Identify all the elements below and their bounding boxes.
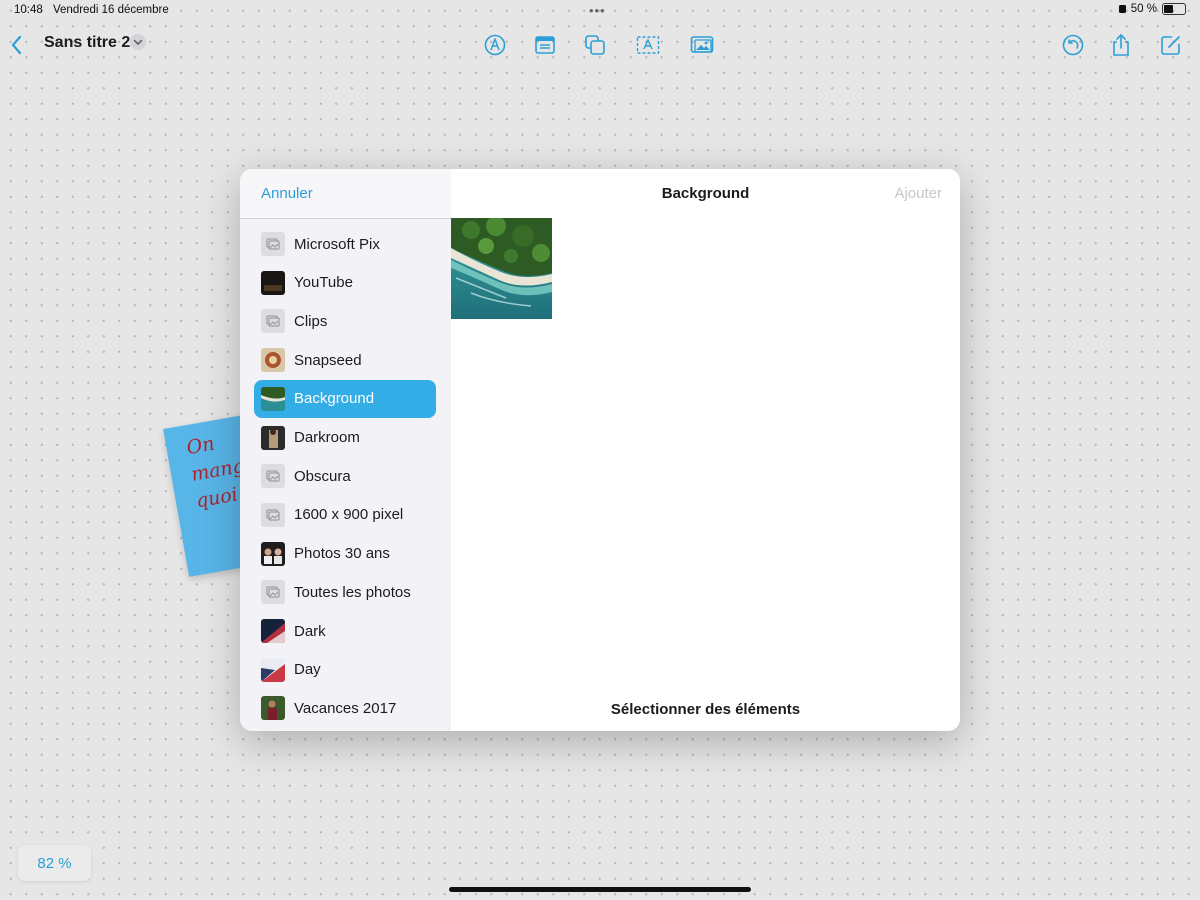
album-label: 1600 x 900 pixel bbox=[294, 506, 404, 524]
album-label: Photos 30 ans bbox=[294, 545, 390, 563]
album-label: Microsoft Pix bbox=[294, 235, 380, 253]
album-item[interactable]: Snapseed bbox=[254, 341, 436, 379]
shapes-icon[interactable] bbox=[582, 32, 608, 58]
album-item[interactable]: Vacances 2017 bbox=[254, 689, 436, 727]
album-thumbnail bbox=[261, 541, 285, 566]
toolbar: Sans titre 2 bbox=[0, 24, 1200, 62]
albums-sidebar: Annuler Microsoft Pix YouTube Clips Snapsee… bbox=[240, 169, 452, 731]
album-label: Dark bbox=[294, 622, 326, 640]
status-date: Vendredi 16 décembre bbox=[53, 4, 169, 16]
album-label: Day bbox=[294, 661, 321, 679]
album-placeholder-icon bbox=[261, 464, 285, 489]
home-indicator[interactable] bbox=[449, 887, 751, 892]
back-chevron-icon[interactable] bbox=[4, 32, 30, 58]
share-icon[interactable] bbox=[1108, 32, 1134, 58]
album-item[interactable]: Toutes les photos bbox=[254, 573, 436, 611]
album-thumbnail bbox=[261, 425, 285, 450]
multitasking-dots-icon[interactable]: ••• bbox=[589, 3, 606, 18]
album-item[interactable]: Obscura bbox=[254, 457, 436, 495]
status-time: 10:48 bbox=[14, 4, 43, 16]
cancel-button[interactable]: Annuler bbox=[261, 185, 313, 202]
document-title[interactable]: Sans titre 2 bbox=[44, 34, 130, 52]
album-thumbnail bbox=[261, 270, 285, 295]
album-item[interactable]: Microsoft Pix bbox=[254, 225, 436, 263]
album-placeholder-icon bbox=[261, 580, 285, 605]
select-items-label[interactable]: Sélectionner des éléments bbox=[451, 701, 960, 718]
status-bar: 10:48 Vendredi 16 décembre ••• 50 % bbox=[0, 0, 1200, 22]
album-label: Vacances 2017 bbox=[294, 699, 397, 717]
album-item[interactable]: Clips bbox=[254, 302, 436, 340]
album-label: Toutes les photos bbox=[294, 583, 411, 601]
album-item[interactable]: Darkroom bbox=[254, 419, 436, 457]
pen-markup-icon[interactable] bbox=[482, 32, 508, 58]
zoom-indicator[interactable]: 82 % bbox=[18, 845, 91, 881]
title-menu-chevron-icon[interactable] bbox=[130, 34, 146, 50]
album-thumbnail bbox=[261, 348, 285, 373]
album-thumbnail bbox=[261, 619, 285, 643]
status-right: 50 % bbox=[1118, 3, 1186, 15]
text-box-icon[interactable] bbox=[635, 32, 661, 58]
album-item[interactable]: 1600 x 900 pixel bbox=[254, 496, 436, 534]
album-content: Background Ajouter Sélectionner des élém… bbox=[451, 169, 960, 731]
battery-icon bbox=[1162, 3, 1186, 15]
album-label: Obscura bbox=[294, 467, 351, 485]
battery-level bbox=[1164, 5, 1173, 13]
album-label: Darkroom bbox=[294, 429, 360, 446]
album-placeholder-icon bbox=[261, 502, 285, 527]
sticky-note-icon[interactable] bbox=[532, 32, 558, 58]
album-label: Snapseed bbox=[294, 351, 362, 369]
album-label: Clips bbox=[294, 312, 328, 330]
insert-media-icon[interactable] bbox=[689, 32, 715, 58]
album-placeholder-icon bbox=[261, 232, 285, 256]
new-board-icon[interactable] bbox=[1158, 32, 1184, 58]
orientation-lock-icon bbox=[1118, 5, 1126, 13]
photo-thumbnail[interactable] bbox=[451, 216, 552, 319]
album-thumbnail bbox=[261, 696, 285, 721]
album-item[interactable]: Background bbox=[254, 379, 436, 418]
album-thumbnail bbox=[261, 657, 285, 682]
album-title: Background bbox=[661, 185, 750, 202]
album-label: YouTube bbox=[294, 274, 353, 292]
album-item[interactable]: Photos 30 ans bbox=[254, 535, 436, 573]
history-icon[interactable] bbox=[1060, 32, 1086, 58]
album-item[interactable]: Dark bbox=[254, 612, 436, 650]
album-placeholder-icon bbox=[261, 309, 285, 334]
add-button[interactable]: Ajouter bbox=[894, 185, 942, 202]
battery-percent: 50 % bbox=[1130, 3, 1157, 15]
album-item[interactable]: Day bbox=[254, 651, 436, 689]
album-item[interactable]: YouTube bbox=[254, 264, 436, 302]
photo-picker-dialog: Annuler Microsoft Pix YouTube Clips Snapsee… bbox=[240, 169, 960, 731]
album-thumbnail bbox=[261, 386, 285, 411]
sidebar-header: Annuler bbox=[240, 169, 451, 219]
album-label: Background bbox=[294, 390, 375, 408]
zoom-level: 82 % bbox=[37, 854, 72, 872]
